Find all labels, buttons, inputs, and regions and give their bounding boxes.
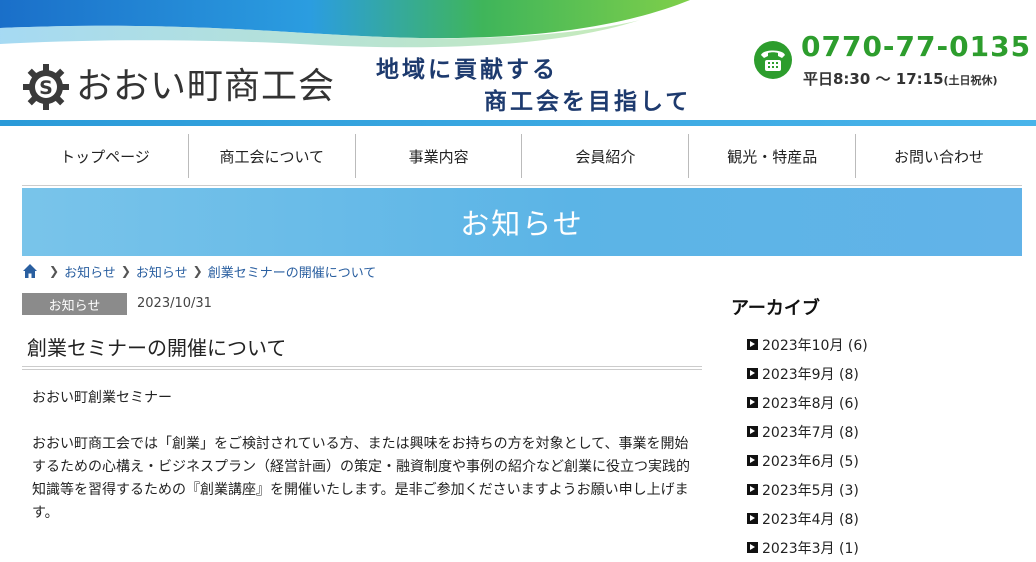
svg-text:S: S <box>39 77 53 99</box>
arrow-bullet-icon <box>747 368 758 379</box>
breadcrumb-link-news-category[interactable]: お知らせ <box>136 262 188 281</box>
archive-item[interactable]: 2023年10月 (6) <box>747 330 868 359</box>
arrow-bullet-icon <box>747 484 758 495</box>
nav-item-about[interactable]: 商工会について <box>189 134 356 178</box>
phone-number[interactable]: 0770-77-0135 <box>801 30 1031 63</box>
arrow-bullet-icon <box>747 513 758 524</box>
breadcrumb: ❯ お知らせ ❯ お知らせ ❯ 創業セミナーの開催について <box>22 261 376 281</box>
nav-item-business[interactable]: 事業内容 <box>356 134 523 178</box>
archive-item[interactable]: 2023年8月 (6) <box>747 388 868 417</box>
home-icon[interactable] <box>22 263 38 279</box>
archive-item[interactable]: 2023年6月 (5) <box>747 446 868 475</box>
breadcrumb-current: 創業セミナーの開催について <box>207 265 377 281</box>
nav-item-contact[interactable]: お問い合わせ <box>856 134 1022 178</box>
archive-item-label: 2023年8月 (6) <box>762 395 859 412</box>
chevron-right-icon: ❯ <box>49 264 60 278</box>
telephone-icon <box>754 41 792 79</box>
archive-item-label: 2023年10月 (6) <box>762 337 868 354</box>
archive-item[interactable]: 2023年5月 (3) <box>747 475 868 504</box>
slogan-line-1: 地域に貢献する <box>376 56 558 83</box>
archive-item[interactable]: 2023年3月 (1) <box>747 533 868 562</box>
phone-hours-text: 平日8:30 ～ 17:15 <box>803 70 944 88</box>
archive-item-label: 2023年6月 (5) <box>762 453 859 470</box>
post-paragraph: おおい町創業セミナー <box>32 390 172 406</box>
phone-closed-days: (土日祝休) <box>943 74 998 87</box>
archive-item[interactable]: 2023年7月 (8) <box>747 417 868 446</box>
site-header: S おおい町商工会 地域に貢献する 商工会を目指して 0770-77-0135 … <box>0 0 1036 122</box>
page-title: お知らせ <box>460 207 584 241</box>
archive-item-label: 2023年9月 (8) <box>762 366 859 383</box>
header-divider <box>0 120 1036 126</box>
arrow-bullet-icon <box>747 426 758 437</box>
archive-item[interactable]: 2023年4月 (8) <box>747 504 868 533</box>
archive-item-label: 2023年5月 (3) <box>762 482 859 499</box>
category-badge[interactable]: お知らせ <box>22 293 127 315</box>
post-title: 創業セミナーの開催について <box>27 336 287 360</box>
gear-logo-icon: S <box>23 64 69 110</box>
sidebar-title: アーカイブ <box>731 298 820 319</box>
arrow-bullet-icon <box>747 542 758 553</box>
nav-item-top[interactable]: トップページ <box>22 134 189 178</box>
breadcrumb-link-news[interactable]: お知らせ <box>64 262 116 281</box>
chevron-right-icon: ❯ <box>120 264 131 278</box>
archive-item-label: 2023年4月 (8) <box>762 511 859 528</box>
nav-divider <box>22 185 1022 187</box>
chevron-right-icon: ❯ <box>192 264 203 278</box>
title-divider <box>22 366 702 370</box>
arrow-bullet-icon <box>747 455 758 466</box>
arrow-bullet-icon <box>747 397 758 408</box>
nav-item-tourism[interactable]: 観光・特産品 <box>689 134 857 178</box>
post-date: 2023/10/31 <box>137 296 212 311</box>
logo-text: おおい町商工会 <box>76 66 336 107</box>
phone-hours: 平日8:30 ～ 17:15(土日祝休) <box>803 68 998 89</box>
archive-item-label: 2023年3月 (1) <box>762 540 859 557</box>
post-paragraph: おおい町商工会では「創業」をご検討されている方、または興味をお持ちの方を対象とし… <box>32 436 690 521</box>
archive-item[interactable]: 2023年9月 (8) <box>747 359 868 388</box>
page-title-banner: お知らせ <box>22 188 1022 256</box>
arrow-bullet-icon <box>747 339 758 350</box>
global-nav: トップページ 商工会について 事業内容 会員紹介 観光・特産品 お問い合わせ <box>22 134 1022 178</box>
slogan-line-2: 商工会を目指して <box>484 88 692 115</box>
site-logo[interactable]: S おおい町商工会 <box>22 62 335 112</box>
archive-list: 2023年10月 (6) 2023年9月 (8) 2023年8月 (6) 202… <box>747 330 868 562</box>
archive-item-label: 2023年7月 (8) <box>762 424 859 441</box>
nav-item-members[interactable]: 会員紹介 <box>522 134 690 178</box>
